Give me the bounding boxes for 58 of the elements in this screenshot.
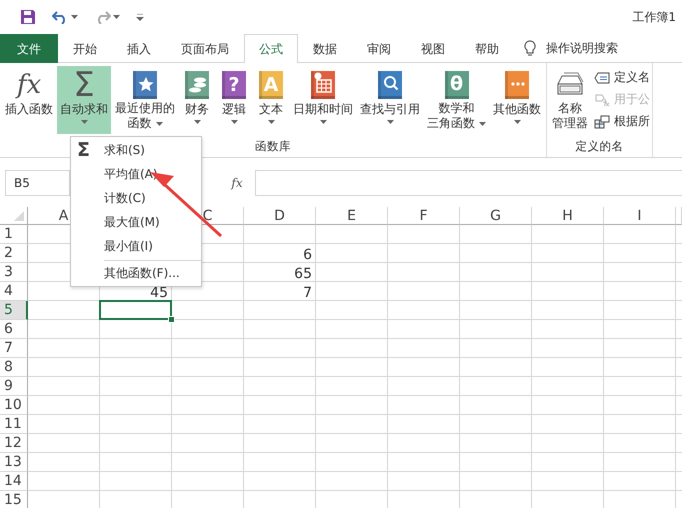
ribbon-button[interactable]: fx 插入函数 — [2, 66, 56, 134]
ribbon-tab[interactable]: 页面布局 — [166, 34, 244, 63]
name-box[interactable]: B5 — [5, 170, 70, 196]
table-cell-text: 7 — [302, 284, 313, 301]
formula-input[interactable] — [255, 170, 682, 196]
ribbon-button[interactable]: 财务 — [179, 66, 215, 134]
table-cell-text: 65 — [293, 265, 313, 282]
book-icon: θ — [444, 70, 468, 98]
ribbon-tab[interactable]: 视图 — [406, 34, 460, 63]
caret-icon — [113, 15, 120, 19]
save-icon[interactable] — [20, 9, 36, 25]
menu-item[interactable]: 最小值(I) — [71, 234, 201, 258]
tag-icon — [594, 72, 610, 84]
group-label: 函数库 — [255, 138, 291, 155]
column-header[interactable]: I — [604, 207, 676, 225]
table-cell-text: 6 — [302, 246, 313, 263]
lightbulb-icon — [524, 40, 536, 56]
caret-icon — [71, 15, 78, 19]
table-cell-text: 45 — [149, 284, 169, 301]
ribbon-tab[interactable]: 公式 — [244, 34, 298, 63]
group-label: 定义的名 — [576, 138, 624, 155]
ribbon-button[interactable]: 名称 管理器 — [549, 66, 591, 134]
ribbon-button[interactable]: 最近使用的 函数 — [112, 66, 178, 134]
menu-item[interactable]: Σ 求和(S) — [71, 138, 201, 162]
ribbon-button[interactable]: Σ 自动求和 — [57, 66, 111, 134]
row-header[interactable]: 5 — [0, 301, 28, 320]
ribbon-tab[interactable]: 帮助 — [460, 34, 514, 63]
column-header[interactable]: E — [316, 207, 388, 225]
book-icon: A — [259, 71, 283, 99]
ribbon-button[interactable]: ? 逻辑 — [216, 66, 252, 134]
menu-item[interactable]: 计数(C) — [71, 186, 201, 210]
window-title: 工作簿1 — [632, 8, 676, 26]
ribbon-tab[interactable]: 数据 — [298, 34, 352, 63]
book-icon: ? — [222, 71, 246, 99]
tell-me-search[interactable]: 操作说明搜索 — [546, 40, 618, 56]
customize-toolbar-icon[interactable] — [136, 14, 144, 20]
ribbon-button[interactable]: 查找与引用 — [357, 66, 423, 134]
sigma-icon: Σ — [73, 68, 95, 102]
function-tag-icon — [594, 92, 610, 106]
ribbon-button[interactable]: 其他函数 — [490, 66, 544, 134]
ribbon-button[interactable]: 日期和时间 — [290, 66, 356, 134]
ribbon-tab[interactable]: 审阅 — [352, 34, 406, 63]
function-icon: fx — [16, 72, 42, 98]
ribbon-small-button[interactable]: 定义名 — [592, 68, 650, 87]
menu-item[interactable]: 其他函数(F)... — [104, 260, 201, 285]
ribbon-button[interactable]: θ 数学和 三角函数 — [424, 66, 489, 134]
column-header[interactable]: F — [388, 207, 460, 225]
table-icon — [594, 114, 610, 128]
column-header[interactable]: H — [532, 207, 604, 225]
ribbon-button[interactable]: A 文本 — [253, 66, 289, 134]
sigma-icon: Σ — [77, 139, 90, 161]
insert-function-button[interactable]: fx — [222, 176, 252, 190]
column-header[interactable]: G — [460, 207, 532, 225]
file-tab[interactable]: 文件 — [0, 34, 58, 63]
ribbon-tab[interactable]: 开始 — [58, 34, 112, 63]
ribbon-tab[interactable]: 插入 — [112, 34, 166, 63]
ribbon-small-button[interactable]: 根据所 — [592, 112, 650, 131]
column-header[interactable]: D — [244, 207, 316, 225]
